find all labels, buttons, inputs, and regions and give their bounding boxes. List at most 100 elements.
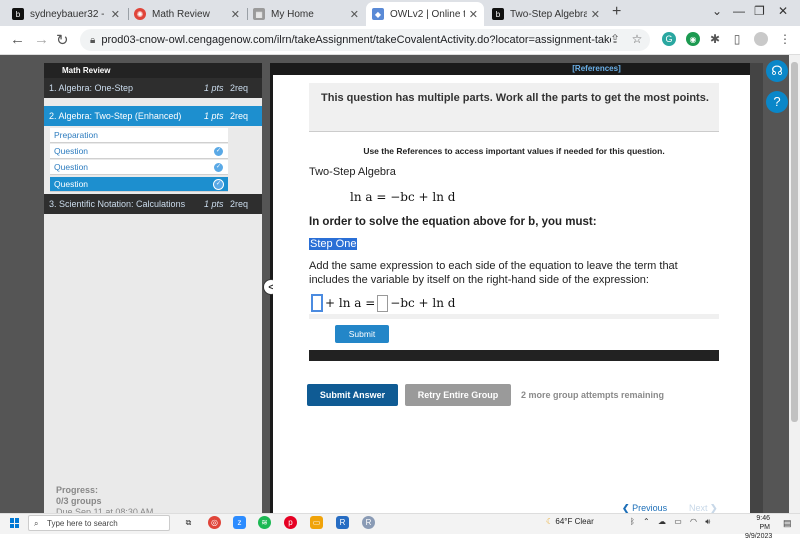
restore-icon[interactable]: ❐ [754,4,765,18]
progress-label: Progress: [56,485,99,495]
references-bar: [References] [273,63,750,75]
brainly-icon: b [12,8,24,20]
close-icon[interactable]: ✕ [231,8,240,21]
zoom-icon[interactable]: z [233,516,246,529]
owl-icon: ◆ [372,8,384,20]
submit-answer-button[interactable]: Submit Answer [307,384,398,406]
close-icon[interactable]: ✕ [469,8,478,21]
taskbar-clock[interactable]: 9:46 PM 9/9/2023 [745,514,773,541]
brainly-icon: b [492,8,504,20]
attempts-remaining: 2 more group attempts remaining [521,390,665,400]
r-studio-icon[interactable]: R [362,516,375,529]
close-icon[interactable]: ✕ [591,8,600,21]
requirement-label: 2req [230,111,249,121]
notification-icon[interactable]: ▤ [783,518,792,529]
r-app-icon[interactable]: R [336,516,349,529]
points-label: 1 pts [204,199,224,209]
chrome-icon[interactable]: ◎ [208,516,221,529]
weather-widget[interactable]: ☾ 64°F Clear [546,517,594,526]
answer-input-right[interactable] [377,294,389,312]
tab-title: Math Review [152,8,210,20]
browser-toolbar: ← → ↻ 🔒︎ prod03-cnow-owl.cengagenow.com/… [0,26,800,55]
help-icon[interactable]: ? [766,91,788,113]
clock-date: 9/9/2023 [745,533,773,540]
lock-icon: 🔒︎ [90,34,96,46]
close-icon[interactable]: ✕ [350,8,359,21]
window-close-icon[interactable]: ✕ [778,4,788,18]
progress-summary: Progress: 0/3 groups [56,485,102,507]
new-tab-plus-icon[interactable]: + [612,3,621,21]
points-label: 1 pts [204,111,224,121]
subitem-preparation[interactable]: Preparation [50,128,228,143]
step-separator [309,314,719,319]
chevron-up-icon[interactable]: ⌃ [643,517,650,526]
subitem-question-1[interactable]: Question ✓ [50,144,228,159]
sidebar-item-scientific-notation[interactable]: 3. Scientific Notation: Calculations 1 p… [44,194,262,214]
windows-start-icon[interactable] [10,518,20,528]
extension-circle-icon[interactable]: ◉ [686,32,700,46]
tab-title: Two-Step Algebra a [510,8,587,20]
bluetooth-icon[interactable]: ᛒ [630,517,635,526]
tab-title: sydneybauer32 - bra [30,8,107,20]
share-icon[interactable]: ⇪ [608,32,622,46]
clock-time: 9:46 PM [756,515,770,531]
reload-icon[interactable]: ↻ [56,31,69,49]
browser-tab-2[interactable]: ✺ Math Review ✕ [128,2,246,26]
cloud-icon[interactable]: ☁ [658,517,666,526]
close-icon[interactable]: ✕ [111,8,120,21]
address-bar[interactable]: 🔒︎ prod03-cnow-owl.cengagenow.com/ilrn/t… [80,29,650,51]
sidebar-item-algebra-two-step[interactable]: 2. Algebra: Two-Step (Enhanced) 1 pts 2r… [44,106,262,126]
references-link[interactable]: [References] [572,64,620,73]
progress-value: 0/3 groups [56,496,102,506]
sidebar-item-label: 2. Algebra: Two-Step (Enhanced) [49,111,182,121]
retry-group-button[interactable]: Retry Entire Group [405,384,511,406]
more-icon[interactable]: ⋮ [778,32,792,46]
taskbar-search-input[interactable]: ⌕ Type here to search [28,515,170,531]
tab-title: My Home [271,8,314,20]
points-label: 1 pts [204,83,224,93]
chevron-down-icon[interactable]: ⌄ [712,4,722,18]
tab-title: OWLv2 | Online teac [390,8,465,20]
search-icon: ⌕ [34,519,39,528]
wifi-icon[interactable]: ◠ [690,517,697,526]
moon-icon: ☾ [546,517,554,526]
answer-input-left[interactable] [311,294,323,312]
headset-support-icon[interactable]: ☊ [766,60,788,82]
puzzle-icon[interactable]: ✱ [708,32,722,46]
sidebar-item-algebra-one-step[interactable]: 1. Algebra: One-Step 1 pts 2req [44,78,262,98]
grammarly-icon[interactable]: G [662,32,676,46]
avatar[interactable] [754,32,768,46]
minimize-icon[interactable]: — [733,4,745,18]
weather-text: 64°F Clear [555,517,594,526]
back-arrow-icon[interactable]: ← [10,31,25,48]
subitem-label: Question [54,162,89,172]
pinterest-icon[interactable]: p [284,516,297,529]
answer-left-text: + ln a = [325,296,376,310]
answer-right-text: −bc + ln d [390,296,456,310]
scrollbar-thumb[interactable] [791,62,798,422]
next-label: Next [689,503,708,513]
browser-tab-5[interactable]: b Two-Step Algebra a ✕ [486,2,606,26]
forward-arrow-icon[interactable]: → [34,31,49,48]
file-explorer-icon[interactable]: ▭ [310,516,323,529]
chevron-left-icon: ❮ [622,503,630,513]
submit-step-button[interactable]: Submit [335,325,389,343]
subitem-question-3[interactable]: Question ✓ [50,177,228,192]
cengage-icon: ✺ [134,8,146,20]
question-title: Two-Step Algebra [309,166,396,178]
panel-header: Math Review [44,63,262,79]
browser-tab-3[interactable]: ▦ My Home ✕ [247,2,365,26]
browser-tab-4[interactable]: ◆ OWLv2 | Online teac ✕ [366,2,484,26]
subitem-label: Question [54,146,89,156]
subitem-question-2[interactable]: Question ✓ [50,160,228,175]
task-view-icon[interactable]: ⧉ [182,516,195,529]
star-icon[interactable]: ☆ [630,32,644,46]
given-equation: ln a = −bc + ln d [350,190,456,204]
subitem-label: Preparation [54,130,98,140]
sidepanel-icon[interactable]: ▯ [730,32,744,46]
volume-icon[interactable]: 🔊︎ [705,517,710,526]
battery-icon[interactable]: ▭ [674,517,682,526]
spotify-icon[interactable]: ≋ [258,516,271,529]
step-label: Step One [309,238,358,250]
browser-tab-1[interactable]: b sydneybauer32 - bra ✕ [6,2,126,26]
